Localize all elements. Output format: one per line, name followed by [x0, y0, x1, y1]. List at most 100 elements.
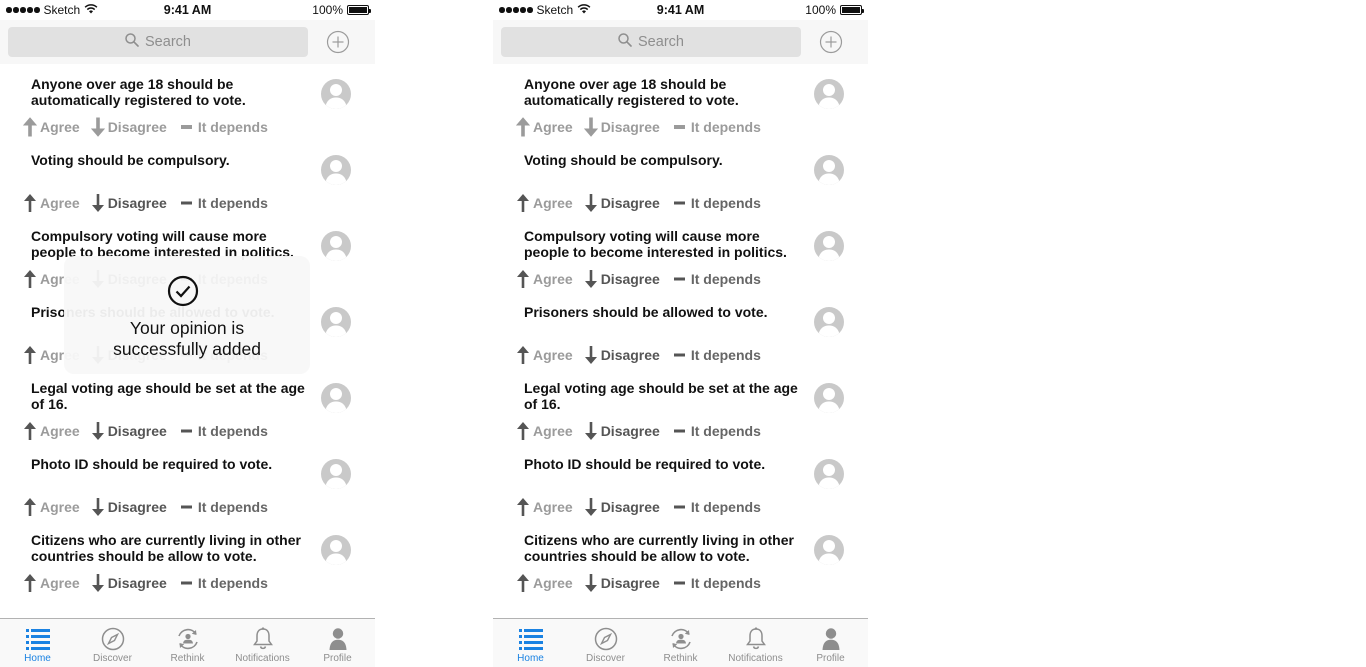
agree-button[interactable]: Agree — [516, 345, 573, 365]
disagree-button[interactable]: Disagree — [91, 193, 167, 213]
author-avatar[interactable] — [321, 459, 351, 489]
search-input[interactable]: Search — [501, 27, 801, 57]
it-depends-label: It depends — [197, 195, 268, 211]
agree-button[interactable]: Agree — [23, 193, 80, 213]
statement-item: Voting should be compulsory. Agree Disag… — [0, 140, 375, 216]
author-avatar[interactable] — [814, 383, 844, 413]
list-icon — [518, 627, 543, 651]
plus-circle-icon — [819, 30, 843, 54]
author-avatar[interactable] — [814, 79, 844, 109]
opinion-actions: Agree Disagree It depends — [516, 420, 761, 442]
tab-home[interactable]: Home — [0, 619, 75, 667]
statement-text[interactable]: Photo ID should be required to vote. — [524, 456, 806, 472]
disagree-button[interactable]: Disagree — [584, 269, 660, 289]
author-avatar[interactable] — [814, 155, 844, 185]
disagree-label: Disagree — [600, 499, 660, 515]
agree-button[interactable]: Agree — [516, 269, 573, 289]
statement-text[interactable]: Voting should be compulsory. — [31, 152, 313, 168]
author-avatar[interactable] — [321, 383, 351, 413]
tab-notifications[interactable]: Notifications — [225, 619, 300, 667]
agree-label: Agree — [533, 271, 573, 287]
agree-button[interactable]: Agree — [516, 497, 573, 517]
dash-icon — [180, 505, 192, 509]
it-depends-label: It depends — [197, 119, 268, 135]
tab-profile[interactable]: Profile — [300, 619, 375, 667]
agree-button[interactable]: Agree — [23, 421, 80, 441]
author-avatar[interactable] — [321, 79, 351, 109]
it-depends-button[interactable]: It depends — [673, 347, 761, 363]
search-icon — [125, 33, 139, 51]
agree-button[interactable]: Agree — [516, 117, 573, 137]
tab-profile[interactable]: Profile — [793, 619, 868, 667]
add-statement-button[interactable] — [326, 30, 350, 54]
author-avatar[interactable] — [814, 535, 844, 565]
person-icon — [818, 464, 840, 489]
statement-text[interactable]: Photo ID should be required to vote. — [31, 456, 313, 472]
statement-text[interactable]: Voting should be compulsory. — [524, 152, 806, 168]
tab-rethink[interactable]: Rethink — [150, 619, 225, 667]
author-avatar[interactable] — [321, 155, 351, 185]
statement-text[interactable]: Citizens who are currently living in oth… — [524, 532, 806, 564]
tab-discover[interactable]: Discover — [568, 619, 643, 667]
bell-icon — [252, 627, 274, 651]
author-avatar[interactable] — [814, 231, 844, 261]
add-statement-button[interactable] — [819, 30, 843, 54]
it-depends-button[interactable]: It depends — [673, 195, 761, 211]
disagree-button[interactable]: Disagree — [91, 497, 167, 517]
it-depends-button[interactable]: It depends — [673, 119, 761, 135]
disagree-button[interactable]: Disagree — [584, 345, 660, 365]
it-depends-button[interactable]: It depends — [180, 119, 268, 135]
it-depends-button[interactable]: It depends — [180, 195, 268, 211]
agree-button[interactable]: Agree — [516, 421, 573, 441]
it-depends-button[interactable]: It depends — [673, 575, 761, 591]
status-bar: Sketch 9:41 AM 100% — [0, 0, 375, 20]
statement-text[interactable]: Legal voting age should be set at the ag… — [31, 380, 313, 412]
opinion-actions: Agree Disagree It depends — [23, 572, 268, 594]
disagree-button[interactable]: Disagree — [583, 117, 660, 137]
disagree-button[interactable]: Disagree — [91, 421, 167, 441]
person-icon — [325, 236, 347, 261]
arrow-down-icon — [584, 422, 597, 440]
statement-item: Citizens who are currently living in oth… — [0, 520, 375, 596]
statement-text[interactable]: Compulsory voting will cause more people… — [524, 228, 806, 260]
disagree-button[interactable]: Disagree — [91, 573, 167, 593]
agree-button[interactable]: Agree — [516, 573, 573, 593]
agree-button[interactable]: Agree — [23, 497, 80, 517]
statement-text[interactable]: Anyone over age 18 should be automatical… — [31, 76, 313, 108]
disagree-button[interactable]: Disagree — [584, 497, 660, 517]
statement-text[interactable]: Anyone over age 18 should be automatical… — [524, 76, 806, 108]
agree-button[interactable]: Agree — [516, 193, 573, 213]
disagree-button[interactable]: Disagree — [584, 421, 660, 441]
tab-notifications[interactable]: Notifications — [718, 619, 793, 667]
it-depends-button[interactable]: It depends — [180, 575, 268, 591]
disagree-label: Disagree — [107, 119, 167, 135]
tab-home[interactable]: Home — [493, 619, 568, 667]
agree-button[interactable]: Agree — [23, 117, 80, 137]
author-avatar[interactable] — [814, 307, 844, 337]
author-avatar[interactable] — [321, 535, 351, 565]
dash-icon — [673, 429, 685, 433]
arrow-down-icon — [584, 574, 597, 592]
it-depends-label: It depends — [197, 499, 268, 515]
it-depends-button[interactable]: It depends — [673, 499, 761, 515]
it-depends-button[interactable]: It depends — [180, 423, 268, 439]
disagree-button[interactable]: Disagree — [584, 193, 660, 213]
agree-button[interactable]: Agree — [23, 573, 80, 593]
it-depends-button[interactable]: It depends — [180, 499, 268, 515]
statement-item: Prisoners should be allowed to vote. Agr… — [493, 292, 868, 368]
statement-text[interactable]: Legal voting age should be set at the ag… — [524, 380, 806, 412]
dash-icon — [673, 353, 685, 357]
statement-text[interactable]: Prisoners should be allowed to vote. — [524, 304, 806, 320]
it-depends-button[interactable]: It depends — [673, 423, 761, 439]
agree-label: Agree — [40, 575, 80, 591]
disagree-button[interactable]: Disagree — [584, 573, 660, 593]
statement-text[interactable]: Citizens who are currently living in oth… — [31, 532, 313, 564]
tab-discover[interactable]: Discover — [75, 619, 150, 667]
author-avatar[interactable] — [321, 307, 351, 337]
author-avatar[interactable] — [814, 459, 844, 489]
disagree-button[interactable]: Disagree — [90, 117, 167, 137]
search-input[interactable]: Search — [8, 27, 308, 57]
author-avatar[interactable] — [321, 231, 351, 261]
it-depends-button[interactable]: It depends — [673, 271, 761, 287]
tab-rethink[interactable]: Rethink — [643, 619, 718, 667]
